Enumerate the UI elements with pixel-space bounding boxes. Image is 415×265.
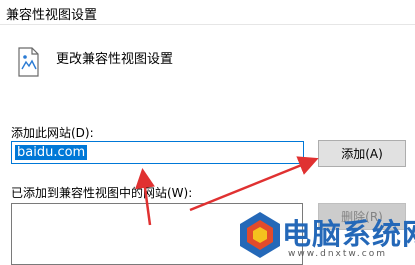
sites-list-label: 已添加到兼容性视图中的网站(W):: [11, 186, 193, 200]
watermark-url: www.dnxtw.com: [288, 249, 388, 259]
add-site-label: 添加此网站(D):: [11, 126, 94, 140]
watermark: 电脑系统网 www.dnxtw.com: [238, 211, 415, 262]
settings-page-icon: [18, 47, 39, 77]
title-divider: [0, 24, 415, 25]
watermark-logo-icon: [240, 212, 280, 258]
page-heading: 更改兼容性视图设置: [56, 52, 174, 67]
website-input-value: baidu.com: [15, 145, 88, 160]
window-title: 兼容性视图设置: [6, 8, 98, 23]
watermark-name: 电脑系统网: [282, 217, 415, 251]
add-button[interactable]: 添加(A): [318, 140, 406, 167]
website-input[interactable]: baidu.com: [11, 141, 304, 164]
